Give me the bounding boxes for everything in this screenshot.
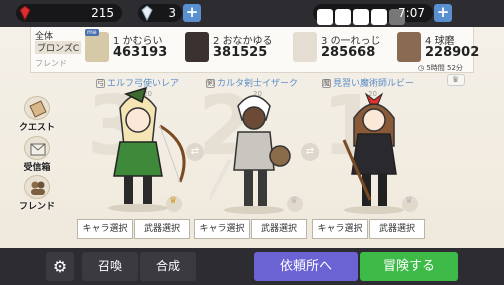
player-score: 285668 xyxy=(321,45,376,60)
crown-icon: ♛ xyxy=(166,196,182,212)
player-score: 463193 xyxy=(113,45,168,60)
weapon-select-button[interactable]: 武器選択 xyxy=(251,219,307,239)
swap-icon[interactable]: ⇄ xyxy=(301,143,319,161)
scroll-icon xyxy=(24,96,50,120)
character-select-button[interactable]: キャラ選択 xyxy=(77,219,133,239)
ranking-panel[interactable]: 全体 ブロンズC フレンド me 1 かむらい 463193 2 おなかゆる 3… xyxy=(30,27,479,73)
friends-label: フレンド xyxy=(18,202,55,212)
clock-icon: ◷ xyxy=(418,64,425,72)
crown-icon: ♛ xyxy=(402,196,418,212)
crystal-counter: 3 xyxy=(138,4,182,22)
character-select-button[interactable]: キャラ選択 xyxy=(312,219,368,239)
summon-button[interactable]: 召喚 xyxy=(82,252,138,281)
avatar xyxy=(293,32,317,62)
stamina-add-button[interactable]: + xyxy=(434,4,452,22)
synthesis-button[interactable]: 合成 xyxy=(140,252,196,281)
crystal-icon xyxy=(141,5,153,21)
ranking-entry: me 1 かむらい 463193 xyxy=(85,29,177,69)
stamina-icon xyxy=(335,9,351,25)
crown-icon: ♛ xyxy=(287,196,303,212)
red-gem-count: 215 xyxy=(91,6,114,20)
player-score: 228902 xyxy=(425,45,480,60)
stamina-icon xyxy=(317,9,333,25)
character-select-button[interactable]: キャラ選択 xyxy=(194,219,250,239)
red-gem-icon xyxy=(19,5,31,21)
quest-button[interactable]: クエスト xyxy=(15,96,59,134)
mailbox-icon xyxy=(24,136,50,160)
ranking-league: ブロンズC xyxy=(35,41,82,54)
settings-button[interactable]: ⚙ xyxy=(46,252,74,281)
crystal-add-button[interactable]: + xyxy=(183,4,201,22)
ranking-timer: ◷ 5時間 52分 xyxy=(418,63,463,73)
stamina-timer: 7:07 xyxy=(398,6,425,20)
avatar xyxy=(185,32,209,62)
party-slot-3-buttons: キャラ選択 武器選択 xyxy=(77,219,191,239)
stamina-icon xyxy=(353,9,369,25)
stamina-bar: 7:07 xyxy=(313,4,433,25)
quest-label: クエスト xyxy=(18,123,55,133)
avatar xyxy=(85,32,109,62)
red-gem-counter: 215 xyxy=(16,4,122,22)
player-score: 381525 xyxy=(213,45,268,60)
stamina-icon xyxy=(371,9,387,25)
inbox-button[interactable]: 受信箱 xyxy=(15,136,59,174)
ranking-friend-tab[interactable]: フレンド xyxy=(35,58,67,69)
weapon-select-button[interactable]: 武器選択 xyxy=(134,219,190,239)
swordsman-character[interactable] xyxy=(210,90,300,218)
ranking-entry: 2 おなかゆる 381525 xyxy=(185,29,279,69)
friends-button[interactable]: フレンド xyxy=(15,175,59,213)
avatar xyxy=(397,32,421,62)
friends-icon xyxy=(24,175,50,199)
bottom-bar: ⚙ 召喚 合成 依頼所へ 冒険する xyxy=(0,248,504,285)
party-slot-2-buttons: キャラ選択 武器選択 xyxy=(194,219,308,239)
me-badge: me xyxy=(85,29,99,36)
adventure-button[interactable]: 冒険する xyxy=(360,252,458,281)
inbox-label: 受信箱 xyxy=(23,163,51,173)
request-office-button[interactable]: 依頼所へ xyxy=(254,252,358,281)
party-slot-1-buttons: キャラ選択 武器選択 xyxy=(312,219,426,239)
gear-icon: ⚙ xyxy=(52,257,68,276)
crystal-count: 3 xyxy=(168,6,176,20)
game-screen: 215 3 + 7:07 + 全体 ブロンズC フレンド me 1 かむらい 4… xyxy=(0,0,504,285)
top-bar: 215 3 + 7:07 + xyxy=(0,0,504,27)
ranking-entry: 3 の一れっじ 285668 xyxy=(293,29,389,69)
elf-archer-character[interactable] xyxy=(90,86,200,216)
ranking-time-remaining: 5時間 52分 xyxy=(426,64,463,72)
trophy-button[interactable]: ♛ xyxy=(447,74,465,86)
trophy-icon: ♛ xyxy=(452,75,460,84)
weapon-select-button[interactable]: 武器選択 xyxy=(369,219,425,239)
